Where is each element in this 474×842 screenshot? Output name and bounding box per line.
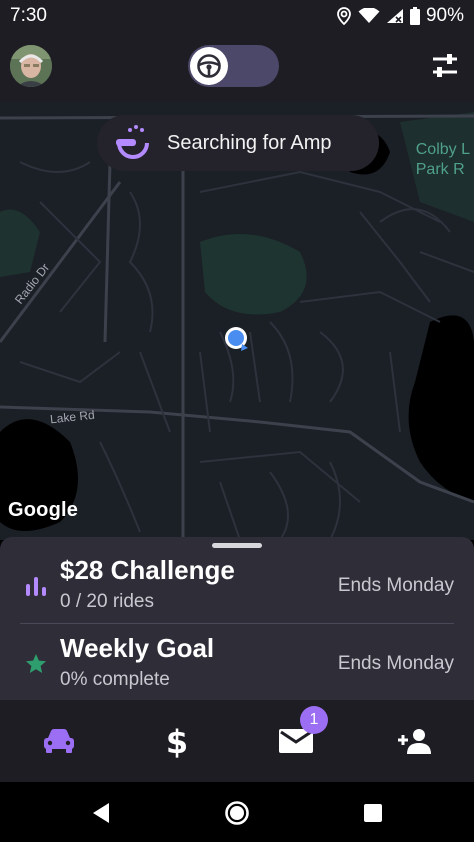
location-icon	[337, 7, 351, 25]
inbox-badge: 1	[300, 706, 328, 734]
google-attribution: Google	[8, 499, 79, 521]
steering-wheel-icon	[197, 54, 221, 78]
status-icons: 90%	[336, 5, 464, 27]
drive-mode-toggle[interactable]	[188, 45, 279, 87]
goal-title: Weekly Goal	[60, 633, 215, 663]
searching-status-pill: Searching for Amp	[97, 115, 379, 171]
amp-searching-icon	[116, 125, 149, 159]
toggle-knob	[190, 47, 228, 85]
goal-card-challenge[interactable]: $28 Challenge 0 / 20 rides Ends Monday	[0, 547, 474, 625]
home-circle-icon	[225, 801, 249, 825]
nav-drive[interactable]	[29, 718, 89, 764]
svg-text:$: $	[166, 724, 188, 758]
signal-icon	[386, 9, 403, 23]
park-label: Colby L Park R	[415, 141, 470, 178]
filter-settings-button[interactable]	[430, 52, 460, 80]
goal-title: $28 Challenge	[60, 555, 235, 585]
add-person-icon	[398, 729, 431, 754]
goal-ends: Ends Monday	[337, 653, 454, 674]
search-status-text: Searching for Amp	[167, 131, 332, 154]
profile-avatar[interactable]	[10, 45, 52, 87]
goals-sheet[interactable]: $28 Challenge 0 / 20 rides Ends Monday W…	[0, 537, 474, 700]
status-time: 7:30	[10, 5, 47, 26]
recents-button[interactable]	[360, 800, 386, 826]
system-nav-bar	[0, 782, 474, 842]
car-icon	[44, 729, 74, 753]
sliders-icon	[433, 54, 457, 77]
home-button[interactable]	[224, 800, 250, 826]
back-button[interactable]	[88, 800, 114, 826]
battery-icon	[409, 7, 420, 25]
map-view[interactable]: Searching for Amp Colby L Park R Radio D…	[0, 102, 474, 540]
bar-chart-icon	[26, 577, 46, 596]
nav-earnings[interactable]: $	[147, 718, 207, 764]
goal-subtitle: 0% complete	[60, 669, 170, 690]
battery-percent: 90%	[425, 5, 464, 26]
back-triangle-icon	[93, 803, 109, 823]
app-bar	[0, 32, 474, 102]
wifi-icon	[358, 8, 380, 23]
dollar-icon: $	[166, 724, 188, 758]
status-bar: 7:30 90%	[0, 0, 474, 32]
recents-square-icon	[364, 804, 382, 822]
goal-card-weekly[interactable]: Weekly Goal 0% complete Ends Monday	[0, 625, 474, 703]
bottom-nav: $ 1	[0, 700, 474, 782]
goal-subtitle: 0 / 20 rides	[60, 591, 154, 612]
nav-refer[interactable]	[385, 718, 445, 764]
goal-divider	[20, 623, 454, 624]
goal-ends: Ends Monday	[337, 575, 454, 596]
star-icon	[26, 654, 46, 673]
avatar-photo-icon	[10, 45, 52, 87]
